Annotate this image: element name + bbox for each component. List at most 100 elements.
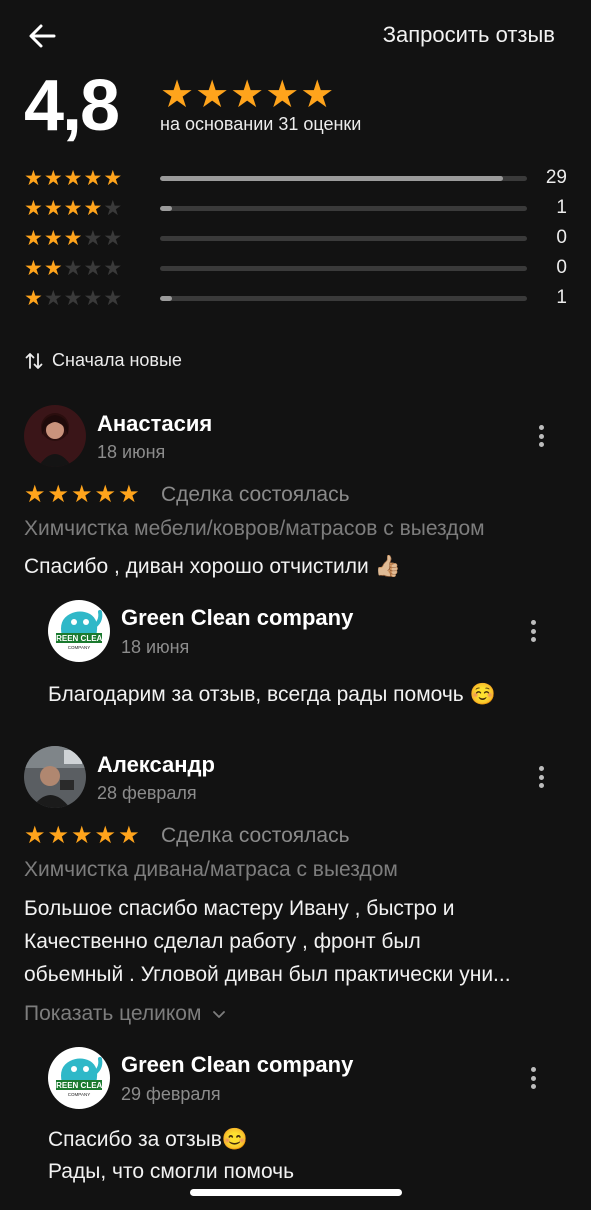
- rating-summary: 4,8 ★★★★★ на основании 31 оценки: [24, 70, 567, 150]
- distribution-count: 29: [545, 167, 567, 188]
- reviewer-name: Александр: [97, 752, 215, 777]
- star-filled-icon: ★: [83, 197, 104, 220]
- star-filled-icon: ★: [24, 257, 44, 280]
- review-card: Александр 28 февраля ★★★★★ Сделка состоя…: [24, 746, 567, 996]
- star-empty-icon: ★: [103, 257, 124, 280]
- star-filled-icon: ★: [43, 227, 64, 250]
- distribution-count: 0: [556, 227, 567, 248]
- review-text-line: обьемный . Угловой диван был практически…: [24, 963, 511, 986]
- star-empty-icon: ★: [103, 287, 124, 310]
- company-name: Green Clean company: [121, 1052, 354, 1077]
- distribution-bar: [160, 236, 527, 241]
- star-filled-icon: ★: [63, 227, 84, 250]
- reply-date: 29 февраля: [121, 1084, 221, 1104]
- reply-text: Спасибо за отзыв😊 Рады, что смогли помоч…: [48, 1124, 294, 1188]
- review-card: Анастасия 18 июня ★★★★★ Сделка состоялас…: [24, 405, 567, 585]
- avatar[interactable]: [24, 405, 86, 467]
- distribution-bar-fill: [160, 296, 172, 301]
- rating-distribution: ★★★★★ 29 ★★★★★ 1 ★★★★★ 0 ★★★★★ 0 ★★★★★ 1: [24, 165, 567, 315]
- reply-date: 18 июня: [121, 637, 190, 657]
- logo-text-line1: GREEN CLEAN: [50, 634, 108, 643]
- company-logo[interactable]: GREEN CLEAN COMPANY: [48, 600, 110, 662]
- review-date: 28 февраля: [97, 783, 197, 803]
- top-bar: Запросить отзыв: [0, 0, 591, 72]
- star-filled-icon: ★: [24, 167, 44, 190]
- review-stars: ★★★★★: [24, 481, 142, 508]
- distribution-count: 1: [556, 197, 567, 218]
- sort-button[interactable]: Сначала новые: [24, 350, 182, 371]
- distribution-row-3: ★★★★★ 0: [24, 225, 567, 255]
- average-stars: ★★★★★: [160, 74, 336, 116]
- review-text: Спасибо , диван хорошо отчистили 👍🏼: [24, 555, 401, 578]
- star-filled-icon: ★: [83, 167, 104, 190]
- average-rating: 4,8: [24, 66, 120, 146]
- company-name: Green Clean company: [121, 605, 354, 630]
- distribution-row-2: ★★★★★ 0: [24, 255, 567, 285]
- distribution-stars: ★★★★★: [24, 287, 123, 311]
- distribution-count: 0: [556, 257, 567, 278]
- distribution-row-1: ★★★★★ 1: [24, 285, 567, 315]
- reviewer-name: Анастасия: [97, 411, 213, 436]
- review-text-line: Большое спасибо мастеру Ивану , быстро и: [24, 897, 455, 920]
- star-empty-icon: ★: [83, 287, 104, 310]
- star-filled-icon: ★: [63, 197, 84, 220]
- service-name: Химчистка мебели/ковров/матрасов с выезд…: [24, 517, 485, 540]
- star-empty-icon: ★: [43, 287, 64, 310]
- distribution-stars: ★★★★★: [24, 167, 123, 191]
- star-filled-icon: ★: [43, 167, 64, 190]
- review-text: Большое спасибо мастеру Ивану , быстро и…: [24, 892, 511, 991]
- reply-text: Благодарим за отзыв, всегда рады помочь …: [48, 683, 496, 705]
- distribution-bar-fill: [160, 176, 504, 181]
- review-stars: ★★★★★: [24, 822, 142, 849]
- avatar[interactable]: [24, 746, 86, 808]
- deal-status: Сделка состоялась: [161, 483, 350, 506]
- distribution-stars: ★★★★★: [24, 227, 123, 251]
- distribution-bar-fill: [160, 206, 172, 211]
- distribution-stars: ★★★★★: [24, 257, 123, 281]
- company-reply: GREEN CLEAN COMPANY Green Clean company …: [48, 1047, 567, 1187]
- star-empty-icon: ★: [83, 227, 104, 250]
- star-filled-icon: ★: [63, 167, 84, 190]
- star-filled-icon: ★: [43, 257, 64, 280]
- star-filled-icon: ★: [103, 167, 124, 190]
- distribution-bar: [160, 266, 527, 271]
- review-text-line: Качественно сделал работу , фронт был: [24, 930, 421, 953]
- more-options-icon[interactable]: [531, 764, 551, 790]
- distribution-row-4: ★★★★★ 1: [24, 195, 567, 225]
- star-empty-icon: ★: [103, 227, 124, 250]
- distribution-stars: ★★★★★: [24, 197, 123, 221]
- star-empty-icon: ★: [63, 287, 84, 310]
- star-filled-icon: ★: [24, 197, 44, 220]
- logo-text-line2: COMPANY: [68, 1092, 90, 1097]
- logo-text-line2: COMPANY: [68, 645, 90, 650]
- company-logo[interactable]: GREEN CLEAN COMPANY: [48, 1047, 110, 1109]
- star-filled-icon: ★: [24, 227, 44, 250]
- show-full-label: Показать целиком: [24, 1002, 202, 1025]
- star-empty-icon: ★: [83, 257, 104, 280]
- more-options-icon[interactable]: [531, 423, 551, 449]
- sort-arrows-icon: [25, 352, 43, 369]
- chevron-down-icon: [213, 1011, 226, 1018]
- company-reply: GREEN CLEAN COMPANY Green Clean company …: [48, 600, 567, 705]
- distribution-bar: [160, 176, 527, 181]
- logo-text-line1: GREEN CLEAN: [50, 1081, 108, 1090]
- reply-text-line: Рады, что смогли помочь: [48, 1160, 295, 1183]
- more-options-icon[interactable]: [523, 1065, 543, 1091]
- star-filled-icon: ★: [24, 287, 44, 310]
- home-indicator[interactable]: [190, 1189, 402, 1196]
- show-full-button[interactable]: Показать целиком: [24, 1002, 227, 1026]
- ratings-count-text: на основании 31 оценки: [160, 114, 362, 134]
- distribution-count: 1: [556, 287, 567, 308]
- request-review-button[interactable]: Запросить отзыв: [383, 22, 555, 48]
- more-options-icon[interactable]: [523, 618, 543, 644]
- distribution-bar: [160, 206, 527, 211]
- star-empty-icon: ★: [63, 257, 84, 280]
- service-name: Химчистка дивана/матраса с выездом: [24, 858, 398, 881]
- review-date: 18 июня: [97, 442, 166, 462]
- distribution-row-5: ★★★★★ 29: [24, 165, 567, 195]
- back-arrow-icon[interactable]: [24, 18, 60, 54]
- distribution-bar: [160, 296, 527, 301]
- deal-status: Сделка состоялась: [161, 824, 350, 847]
- sort-label: Сначала новые: [52, 350, 182, 370]
- star-filled-icon: ★: [43, 197, 64, 220]
